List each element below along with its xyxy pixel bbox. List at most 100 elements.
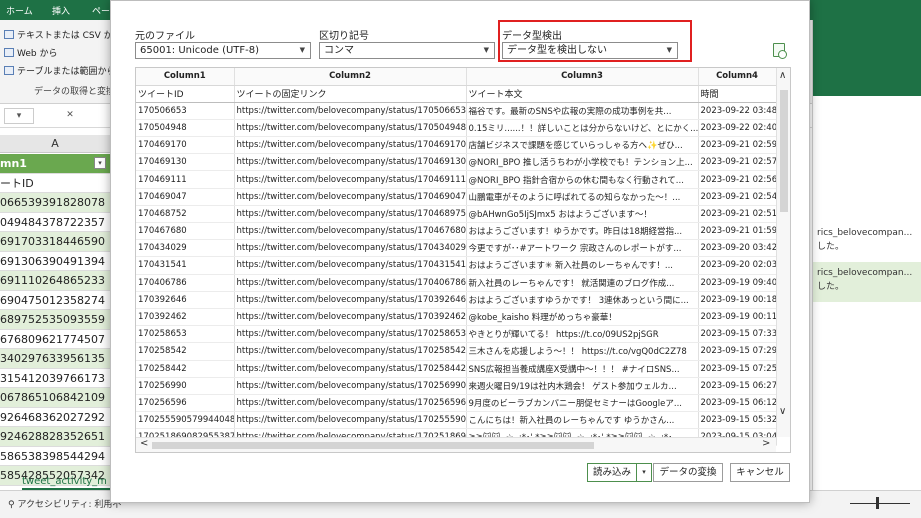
query-entry-status: した。 — [817, 242, 845, 252]
scroll-up-icon[interactable]: ∧ — [779, 70, 786, 81]
grid-cell[interactable]: 689752535093559 — [0, 310, 110, 330]
zoom-slider-thumb[interactable] — [876, 497, 879, 509]
sheet-grid: mn1 ▾ ートID 066539391828078 0494843787223… — [0, 154, 110, 486]
preview-cell: 170434029 — [136, 239, 235, 258]
preview-cell: 170468752 — [136, 205, 235, 224]
preview-cell: https://twitter.com/belovecompany/status… — [234, 136, 467, 155]
preview-cell: 170258542 — [136, 342, 235, 361]
preview-cell: 店舗ビジネスで課題を感じていらっしゃる方へ✨ぜひ... — [466, 136, 699, 155]
preview-cell: 2023-09-19 00:18 + — [698, 291, 777, 309]
accessibility-label: アクセシビリティ: 利用不 — [17, 500, 122, 510]
grid-cell[interactable]: 067865106842109 — [0, 388, 110, 408]
column-header: Column4 — [698, 68, 777, 86]
grid-cell[interactable]: ートID — [0, 174, 110, 193]
file-origin-label: 元のファイル — [135, 31, 195, 42]
grid-cell[interactable]: 690475012358274 — [0, 291, 110, 310]
delimiter-value: コンマ — [324, 45, 354, 56]
preview-cell: https://twitter.com/belovecompany/status… — [234, 119, 467, 138]
grid-cell[interactable]: 691306390491394 — [0, 252, 110, 271]
zoom-slider-track[interactable] — [850, 503, 910, 504]
from-table-button[interactable]: テーブルまたは範囲から — [4, 64, 115, 77]
preview-cell: 来週火曜日9/19は社内木鶏会！ ゲスト参加ウェルカ... — [466, 377, 699, 395]
from-web-button[interactable]: Web から — [4, 46, 57, 59]
tab-home[interactable]: ホーム — [6, 4, 33, 17]
preview-cell: 2023-09-21 02:56 + — [698, 170, 777, 189]
grid-cell[interactable]: 049484378722357 — [0, 213, 110, 232]
preview-cell: 9月度のビーラブカンパニー朋促セミナーはGoogleア... — [466, 394, 699, 413]
refresh-preview-icon[interactable] — [773, 43, 787, 59]
scroll-left-icon[interactable]: < — [140, 438, 148, 449]
field-name-cell: ツイート本文 — [466, 85, 699, 103]
vertical-scrollbar[interactable]: ∧ ∨ — [776, 68, 790, 437]
grid-cell[interactable]: 676809621774507 — [0, 330, 110, 349]
preview-cell: 170431541 — [136, 256, 235, 275]
grid-cell[interactable]: 066539391828078 — [0, 193, 110, 213]
preview-cell: 2023-09-15 07:25 + — [698, 360, 777, 378]
query-entry[interactable]: rics_belovecompan... した。 — [813, 262, 921, 302]
scroll-right-icon[interactable]: > — [762, 438, 770, 449]
preview-cell: 2023-09-22 02:40 + — [698, 119, 777, 138]
grid-cell[interactable]: 586538398544294 — [0, 447, 110, 466]
vertical-scroll-thumb[interactable] — [780, 90, 788, 212]
grid-cell[interactable]: 926468362027292 — [0, 408, 110, 427]
preview-cell: https://twitter.com/belovecompany/status… — [234, 239, 467, 258]
horizontal-scrollbar[interactable]: < > — [136, 437, 776, 452]
delimiter-dropdown[interactable]: コンマ ▼ — [319, 42, 495, 59]
preview-cell: 170469047 — [136, 188, 235, 206]
preview-cell: https://twitter.com/belovecompany/status… — [234, 342, 467, 361]
scroll-down-icon[interactable]: ∨ — [779, 406, 786, 417]
preview-cell: 福谷です。最新のSNSや広報の実際の成功事例を共... — [466, 102, 699, 120]
preview-cell: こんにちは！新入社員のレーちゃんです ゆうかさん... — [466, 411, 699, 430]
column-header-a[interactable]: A — [0, 135, 110, 153]
accessibility-status[interactable]: ⚲ アクセシビリティ: 利用不 — [8, 497, 121, 510]
globe-icon — [4, 48, 14, 57]
preview-cell: 2023-09-21 02:57 + — [698, 153, 777, 172]
preview-cell: SNS広報担当養成講座X受講中～！！！ #ナイロSNS... — [466, 360, 699, 378]
preview-row: 170434029 https://twitter.com/belovecompa… — [136, 239, 777, 258]
horizontal-scroll-thumb[interactable] — [152, 442, 594, 449]
preview-cell: 2023-09-15 06:27 + — [698, 377, 777, 395]
preview-row: 170258653 https://twitter.com/belovecompa… — [136, 325, 777, 344]
preview-cell: 170258442 — [136, 360, 235, 378]
cancel-button[interactable]: キャンセル — [730, 463, 790, 482]
grid-cell[interactable]: 315412039766173 — [0, 369, 110, 388]
filter-dropdown-icon[interactable]: ▾ — [94, 157, 106, 169]
text-file-icon — [4, 30, 14, 39]
grid-header-cell[interactable]: mn1 ▾ — [0, 154, 110, 174]
name-box[interactable]: ▾ — [4, 108, 34, 124]
tab-insert[interactable]: 挿入 — [52, 4, 70, 17]
preview-row: 170469111 https://twitter.com/belovecompa… — [136, 170, 777, 189]
load-button[interactable]: 読み込み — [588, 464, 638, 481]
query-entry-name: rics_belovecompan... — [817, 268, 913, 278]
preview-row: 170392646 https://twitter.com/belovecompa… — [136, 291, 777, 309]
preview-row: 170506653 https://twitter.com/belovecompa… — [136, 102, 777, 120]
preview-cell: 2023-09-19 09:40 + — [698, 274, 777, 292]
file-origin-value: 65001: Unicode (UTF-8) — [140, 45, 260, 56]
tab-page-layout[interactable]: ペー — [92, 4, 110, 17]
from-text-csv-button[interactable]: テキストまたは CSV から — [4, 28, 122, 41]
preview-cell: https://twitter.com/belovecompany/status… — [234, 360, 467, 378]
preview-row: 170406786 https://twitter.com/belovecompa… — [136, 274, 777, 292]
field-name-row: ツイートID ツイートの固定リンク ツイート本文 時間 — [136, 85, 777, 103]
preview-cell: 2023-09-21 01:59 + — [698, 222, 777, 241]
load-options-chevron-icon[interactable]: ▾ — [637, 464, 652, 481]
file-origin-dropdown[interactable]: 65001: Unicode (UTF-8) ▼ — [135, 42, 311, 59]
query-entry[interactable]: rics_belovecompan... した。 — [813, 222, 921, 262]
grid-cell[interactable]: 340297633956135 — [0, 349, 110, 369]
grid-cell[interactable]: 924628828352651 — [0, 427, 110, 447]
preview-row: 170467680 https://twitter.com/belovecompa… — [136, 222, 777, 241]
highlight-box — [498, 20, 692, 62]
queries-pane: rics_belovecompan... した。 rics_belovecomp… — [812, 20, 921, 490]
transform-data-button[interactable]: データの変換 — [653, 463, 723, 482]
table-icon — [4, 66, 14, 75]
preview-cell: https://twitter.com/belovecompany/status… — [234, 411, 467, 430]
preview-cell: 今更ですが･･#アートワーク 宗政さんのレポートがす... — [466, 239, 699, 258]
sheet-tab[interactable]: tweet_activity_m — [22, 476, 118, 490]
cancel-formula-icon[interactable]: ✕ — [60, 108, 80, 124]
grid-cell[interactable]: 691110264865233 — [0, 271, 110, 291]
preview-cell: https://twitter.com/belovecompany/status… — [234, 394, 467, 413]
preview-row: 170256596 https://twitter.com/belovecompa… — [136, 394, 777, 413]
preview-cell: 2023-09-21 02:59 + — [698, 136, 777, 155]
preview-cell: 2023-09-22 03:48 + — [698, 102, 777, 120]
grid-cell[interactable]: 691703318446590 — [0, 232, 110, 252]
